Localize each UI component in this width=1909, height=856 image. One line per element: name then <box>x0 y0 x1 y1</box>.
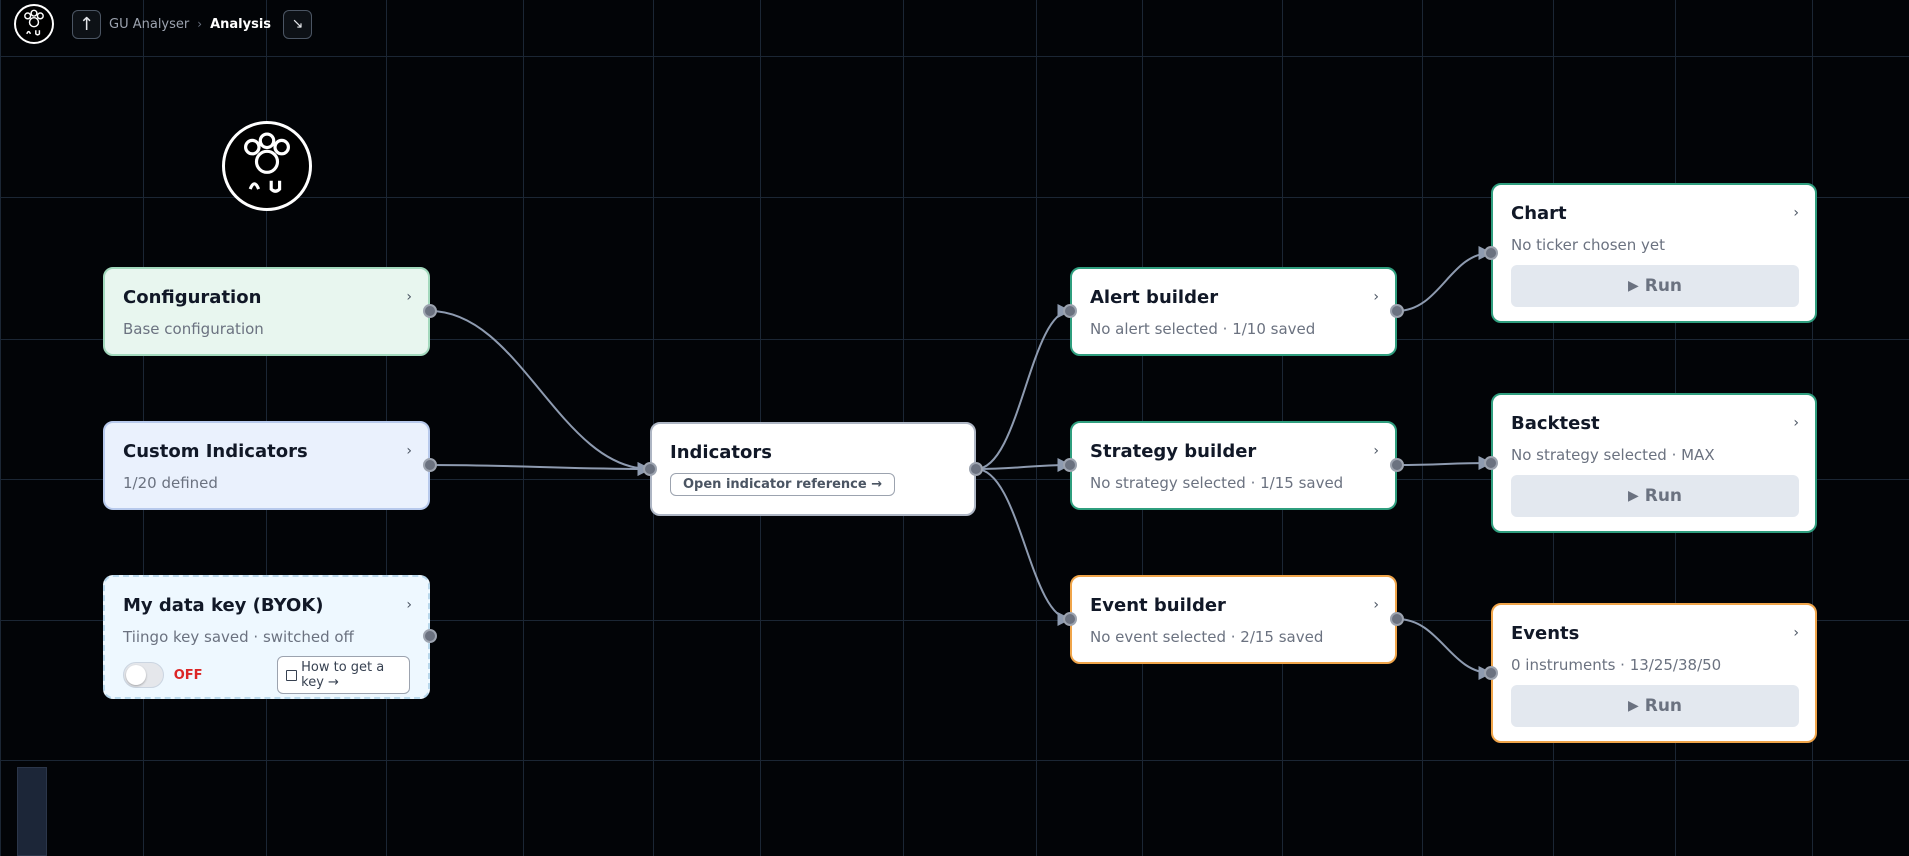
flow-canvas[interactable]: ↑ GU Analyser › Analysis ↘ Configuration… <box>0 0 1909 856</box>
minimap[interactable] <box>17 767 47 856</box>
play-icon: ▶ <box>1627 488 1639 504</box>
chevron-right-icon[interactable]: › <box>1793 205 1799 221</box>
breadcrumb-separator: › <box>197 17 203 31</box>
toggle-state-label: OFF <box>173 667 203 683</box>
output-port-custom-indicators[interactable] <box>423 458 437 472</box>
edge-event-events <box>1396 618 1493 680</box>
events-run-button[interactable]: ▶ Run <box>1511 685 1799 727</box>
book-icon <box>285 669 298 681</box>
output-port-configuration[interactable] <box>423 304 437 318</box>
node-title: Backtest <box>1511 413 1600 434</box>
navigate-up-button[interactable]: ↑ <box>72 9 101 39</box>
edge-strategy-backtest <box>1396 456 1493 471</box>
node-byok[interactable]: My data key (BYOK) Tiingo key saved · sw… <box>103 575 430 699</box>
node-title: Indicators <box>670 442 772 463</box>
chevron-right-icon[interactable]: › <box>1373 443 1379 459</box>
edge-custom-indicators <box>429 461 652 476</box>
node-title: Custom Indicators <box>123 441 308 462</box>
node-title: Strategy builder <box>1090 441 1257 462</box>
node-backtest[interactable]: Backtest No strategy selected · MAX › ▶ … <box>1491 393 1817 533</box>
breadcrumb-current: Analysis <box>210 16 272 32</box>
byok-controls: OFF How to get a key → <box>123 656 410 694</box>
input-port-event-builder[interactable] <box>1063 612 1077 626</box>
node-title: Events <box>1511 623 1580 644</box>
chevron-right-icon[interactable]: › <box>406 597 412 613</box>
node-subtitle: No ticker chosen yet <box>1511 236 1666 254</box>
node-subtitle: 1/20 defined <box>123 474 218 492</box>
output-port-indicators[interactable] <box>969 462 983 476</box>
open-indicator-reference-button[interactable]: Open indicator reference → <box>670 473 896 496</box>
input-port-chart[interactable] <box>1484 246 1498 260</box>
chevron-right-icon[interactable]: › <box>406 443 412 459</box>
node-strategy-builder[interactable]: Strategy builder No strategy selected · … <box>1070 421 1397 510</box>
backtest-run-button[interactable]: ▶ Run <box>1511 475 1799 517</box>
input-port-strategy-builder[interactable] <box>1063 458 1077 472</box>
grid-line <box>0 760 1909 761</box>
how-to-get-key-label: How to get a key → <box>301 660 385 690</box>
breadcrumb-parent[interactable]: GU Analyser <box>109 17 189 32</box>
chevron-right-icon[interactable]: › <box>1373 289 1379 305</box>
topbar: ↑ GU Analyser › Analysis ↘ <box>14 4 313 44</box>
node-chart[interactable]: Chart No ticker chosen yet › ▶ Run <box>1491 183 1817 323</box>
arrow-up-icon: ↑ <box>78 13 95 35</box>
output-port-alert-builder[interactable] <box>1390 304 1404 318</box>
node-subtitle: 0 instruments · 13/25/38/50 <box>1511 656 1722 674</box>
byok-toggle[interactable] <box>123 662 164 688</box>
node-configuration[interactable]: Configuration Base configuration › <box>103 267 430 356</box>
node-events[interactable]: Events 0 instruments · 13/25/38/50 › ▶ R… <box>1491 603 1817 743</box>
node-title: Chart <box>1511 203 1567 224</box>
input-port-indicators[interactable] <box>643 462 657 476</box>
chevron-right-icon[interactable]: › <box>406 289 412 305</box>
play-icon: ▶ <box>1627 698 1639 714</box>
chevron-right-icon[interactable]: › <box>1793 415 1799 431</box>
gu-logo-small[interactable] <box>14 4 54 44</box>
gu-logo-large <box>222 121 312 211</box>
node-title: My data key (BYOK) <box>123 595 324 616</box>
node-event-builder[interactable]: Event builder No event selected · 2/15 s… <box>1070 575 1397 664</box>
output-port-event-builder[interactable] <box>1390 612 1404 626</box>
node-subtitle: No strategy selected · 1/15 saved <box>1090 474 1344 492</box>
how-to-get-key-button[interactable]: How to get a key → <box>276 656 410 694</box>
node-title: Configuration <box>123 287 262 308</box>
node-custom-indicators[interactable]: Custom Indicators 1/20 defined › <box>103 421 430 510</box>
node-subtitle: Base configuration <box>123 320 264 338</box>
node-subtitle: No strategy selected · MAX <box>1511 446 1715 464</box>
edge-indicators-event <box>975 468 1072 626</box>
run-label: Run <box>1644 276 1683 296</box>
toggle-knob <box>126 665 146 685</box>
edge-indicators-alert <box>975 304 1072 470</box>
node-indicators[interactable]: Indicators Open indicator reference → <box>650 422 976 516</box>
play-icon: ▶ <box>1627 278 1639 294</box>
grid-line <box>523 0 524 856</box>
edge-alert-chart <box>1396 246 1493 312</box>
paw-logo-icon <box>24 9 44 36</box>
grid-line <box>1036 0 1037 856</box>
node-subtitle: Tiingo key saved · switched off <box>123 628 354 646</box>
edge-config-indicators <box>429 310 652 476</box>
collapse-button[interactable]: ↘ <box>283 9 313 39</box>
chevron-right-icon[interactable]: › <box>1373 597 1379 613</box>
grid-line <box>0 0 1 856</box>
input-port-backtest[interactable] <box>1484 456 1498 470</box>
input-port-alert-builder[interactable] <box>1063 304 1077 318</box>
edge-indicators-strategy <box>975 458 1072 473</box>
chevron-right-icon[interactable]: › <box>1793 625 1799 641</box>
run-label: Run <box>1644 486 1683 506</box>
collapse-icon: ↘ <box>291 16 304 32</box>
node-alert-builder[interactable]: Alert builder No alert selected · 1/10 s… <box>1070 267 1397 356</box>
node-title: Alert builder <box>1090 287 1219 308</box>
paw-logo-icon <box>244 132 290 193</box>
chart-run-button[interactable]: ▶ Run <box>1511 265 1799 307</box>
node-subtitle: No alert selected · 1/10 saved <box>1090 320 1316 338</box>
grid-line <box>0 56 1909 57</box>
output-port-byok[interactable] <box>423 629 437 643</box>
node-subtitle: No event selected · 2/15 saved <box>1090 628 1324 646</box>
input-port-events[interactable] <box>1484 666 1498 680</box>
run-label: Run <box>1644 696 1683 716</box>
output-port-strategy-builder[interactable] <box>1390 458 1404 472</box>
grid-line <box>1422 0 1423 856</box>
node-title: Event builder <box>1090 595 1226 616</box>
